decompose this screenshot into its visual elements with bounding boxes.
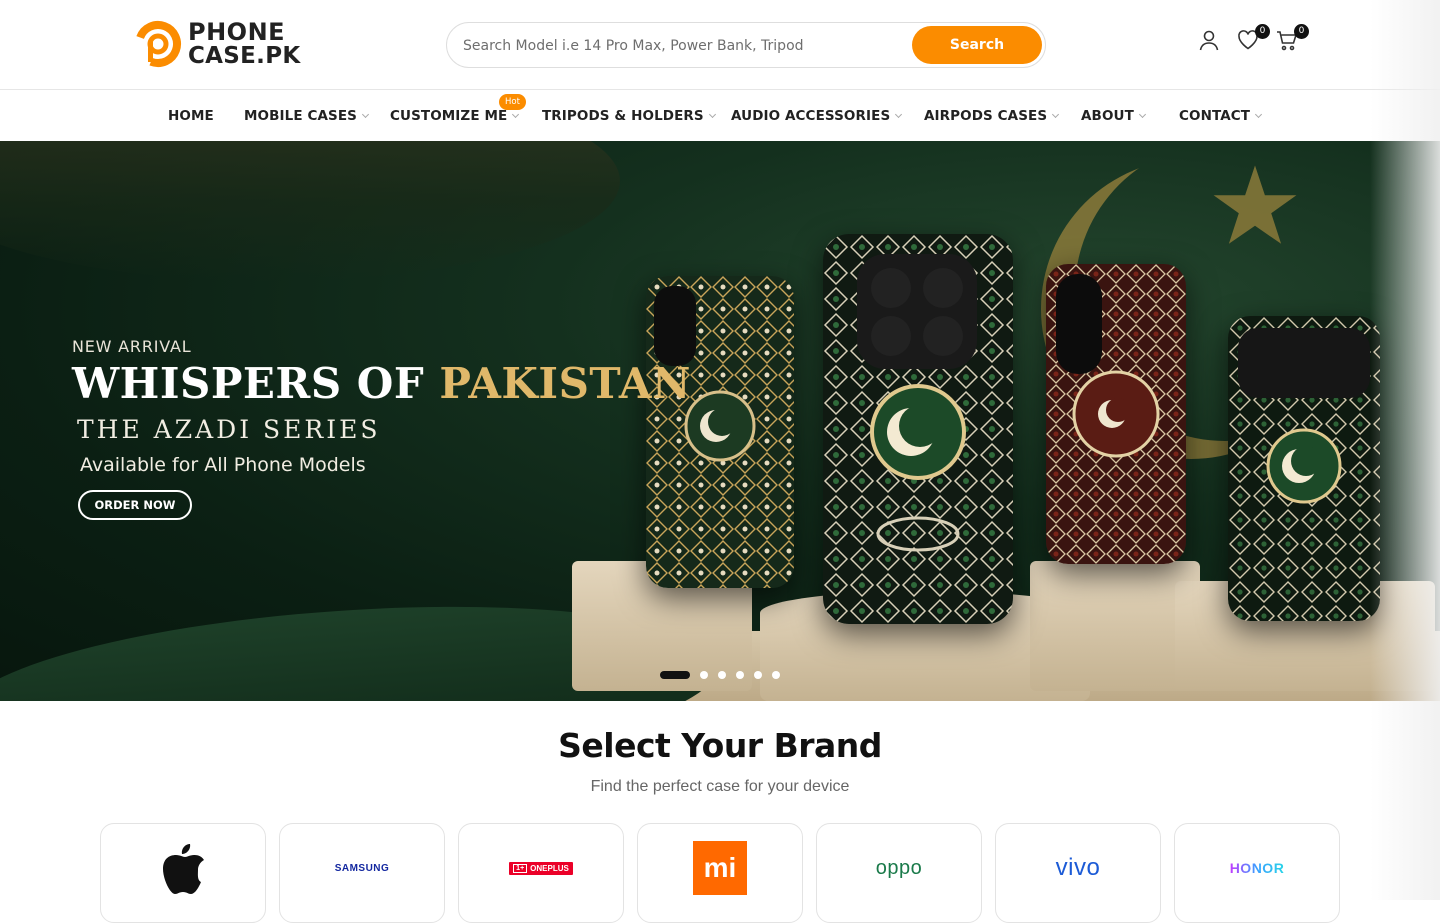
hot-badge: Hot — [499, 94, 526, 110]
logo-line-1: PHONE — [188, 18, 286, 46]
vivo-logo-text: vivo — [1055, 854, 1101, 881]
order-now-button[interactable]: ORDER NOW — [78, 490, 192, 520]
oneplus-logo: 1+ ONEPLUS — [509, 840, 573, 896]
main-nav: HOME MOBILE CASES CUSTOMIZE ME TRIPODS &… — [0, 91, 1440, 141]
apple-logo-icon — [160, 840, 206, 896]
search-button[interactable]: Search — [912, 26, 1042, 64]
brand-card-honor[interactable]: HONOR — [1174, 823, 1340, 923]
phone-case-image — [646, 276, 794, 588]
chevron-down-icon — [1255, 110, 1263, 119]
nav-item-label: AUDIO ACCESSORIES — [731, 108, 891, 124]
hero-title-part-1: WHISPERS OF — [72, 359, 440, 408]
oneplus-logo-mark: 1+ — [513, 863, 528, 873]
logo-line-2: CASE.PK — [188, 43, 301, 69]
brand-card-vivo[interactable]: vivo — [995, 823, 1161, 923]
slider-dot[interactable] — [718, 671, 726, 679]
oneplus-logo-badge: 1+ ONEPLUS — [509, 861, 573, 875]
slider-dot[interactable] — [700, 671, 708, 679]
search-input[interactable] — [463, 33, 903, 59]
brands-subheading: Find the perfect case for your device — [590, 778, 850, 795]
vivo-logo: vivo — [1056, 840, 1101, 896]
site-header: PHONE CASE.PK Search 0 0 — [0, 0, 1440, 90]
chevron-down-icon — [512, 110, 520, 119]
hero-banner[interactable]: NEW ARRIVAL WHISPERS OF PAKISTAN THE AZA… — [0, 141, 1440, 701]
nav-item-audio-accessories[interactable]: AUDIO ACCESSORIES — [731, 108, 903, 124]
brand-card-oppo[interactable]: oppo — [816, 823, 982, 923]
phone-case-image — [823, 234, 1013, 624]
chevron-down-icon — [361, 110, 370, 119]
brands-heading: Select Your Brand — [558, 726, 882, 765]
nav-item-airpods-cases[interactable]: AIRPODS CASES — [924, 108, 1060, 124]
xiaomi-logo: mi — [693, 840, 747, 896]
site-logo[interactable]: PHONE CASE.PK — [134, 18, 300, 70]
brand-card-samsung[interactable]: SAMSUNG — [279, 823, 445, 923]
nav-item-label: MOBILE CASES — [244, 108, 357, 124]
nav-item-label: AIRPODS CASES — [924, 108, 1048, 124]
hero-title: WHISPERS OF PAKISTAN — [72, 359, 691, 408]
chevron-down-icon — [895, 110, 903, 119]
star-decoration — [1213, 165, 1297, 244]
oppo-logo-text: oppo — [875, 856, 923, 879]
slider-pagination — [660, 671, 790, 679]
slider-dot[interactable] — [736, 671, 744, 679]
hero-title-part-2: PAKISTAN — [439, 359, 691, 408]
honor-logo-text: HONOR — [1229, 860, 1285, 876]
nav-item-label: CONTACT — [1179, 108, 1251, 124]
nav-item-contact[interactable]: CONTACT — [1179, 108, 1263, 124]
nav-item-tripods-holders[interactable]: TRIPODS & HOLDERS — [542, 108, 716, 124]
brand-card-xiaomi[interactable]: mi — [637, 823, 803, 923]
logo-mark-icon — [134, 20, 182, 68]
nav-item-label: ABOUT — [1081, 108, 1134, 124]
nav-item-mobile-cases[interactable]: MOBILE CASES — [244, 108, 370, 124]
chevron-down-icon — [1138, 110, 1146, 119]
honor-logo: HONOR — [1230, 840, 1285, 896]
chevron-down-icon — [1052, 110, 1060, 119]
search-bar: Search — [446, 22, 1046, 68]
slider-dot[interactable] — [772, 671, 780, 679]
wishlist-icon[interactable]: 0 — [1236, 24, 1270, 56]
samsung-logo: SAMSUNG — [335, 840, 390, 896]
nav-item-customize-me[interactable]: CUSTOMIZE ME — [390, 108, 520, 124]
account-icon[interactable] — [1197, 28, 1223, 56]
wishlist-count-badge: 0 — [1255, 24, 1270, 39]
slider-dot[interactable] — [754, 671, 762, 679]
oneplus-logo-text: ONEPLUS — [530, 863, 569, 873]
nav-item-home[interactable]: HOME — [168, 108, 214, 124]
hero-fabric-decoration — [0, 141, 620, 281]
phone-case-image — [1046, 264, 1186, 564]
cart-count-badge: 0 — [1294, 24, 1309, 39]
nav-item-label: TRIPODS & HOLDERS — [542, 108, 704, 124]
slider-dot[interactable] — [660, 671, 690, 679]
hero-subtitle: THE AZADI SERIES — [77, 415, 381, 444]
nav-item-about[interactable]: ABOUT — [1081, 108, 1146, 124]
samsung-logo-text: SAMSUNG — [334, 862, 390, 874]
phone-case-image — [1228, 316, 1380, 621]
chevron-down-icon — [708, 110, 716, 119]
brand-card-oneplus[interactable]: 1+ ONEPLUS — [458, 823, 624, 923]
logo-wordmark: PHONE CASE.PK — [188, 20, 300, 68]
cart-icon[interactable]: 0 — [1275, 24, 1309, 56]
nav-item-label: HOME — [168, 108, 214, 124]
hero-availability: Available for All Phone Models — [80, 454, 366, 476]
oppo-logo: oppo — [876, 840, 923, 896]
nav-item-label: CUSTOMIZE ME — [390, 108, 508, 124]
brand-card-apple[interactable] — [100, 823, 266, 923]
hero-kicker: NEW ARRIVAL — [72, 337, 192, 356]
xiaomi-logo-text: mi — [693, 841, 747, 895]
